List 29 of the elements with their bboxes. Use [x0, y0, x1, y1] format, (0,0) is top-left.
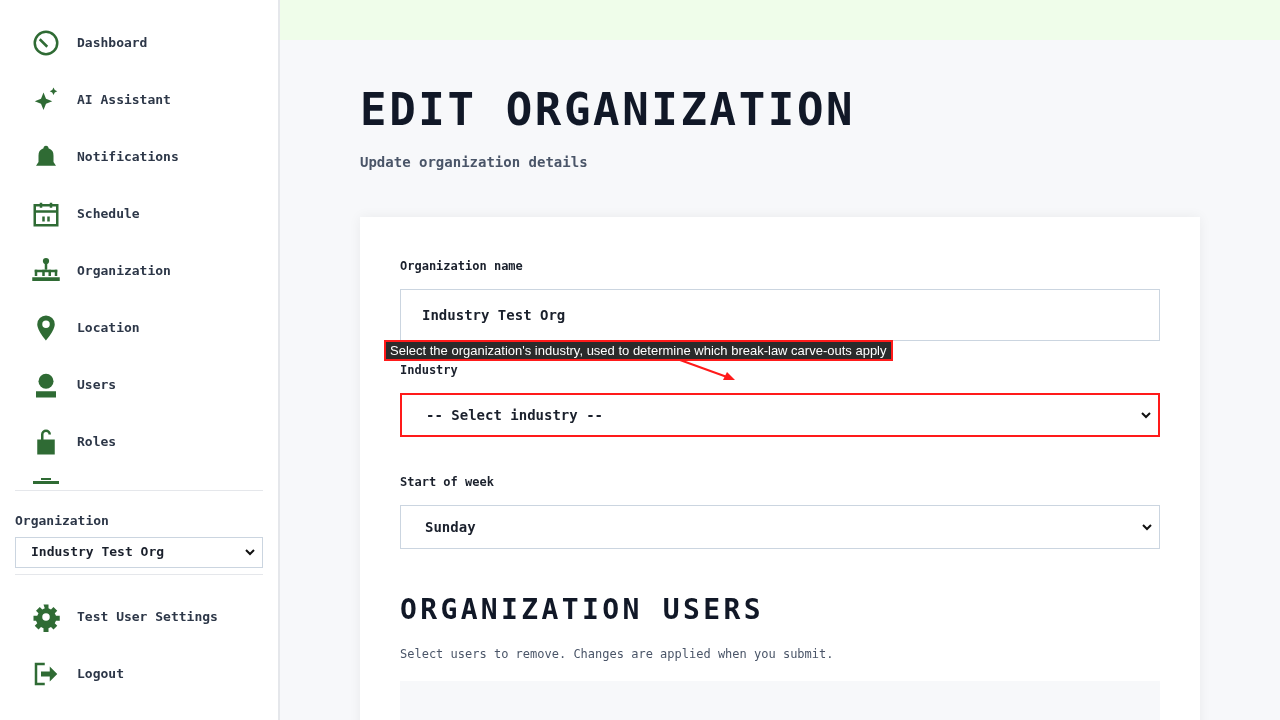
settings-icon	[31, 602, 61, 632]
section-title: ORGANIZATION USERS	[400, 595, 764, 625]
org-switcher-label: Organization	[15, 512, 109, 530]
nav-item[interactable]: Organization	[0, 242, 278, 299]
chevron-down-icon	[1141, 521, 1153, 533]
nav-item[interactable]: Notifications	[0, 128, 278, 185]
chevron-down-icon	[244, 546, 256, 558]
nav-item[interactable]: Schedule	[0, 185, 278, 242]
chevron-down-icon	[1140, 409, 1152, 421]
page-title: EDIT ORGANIZATION	[360, 88, 856, 132]
nav-item[interactable]: Users	[0, 356, 278, 413]
select-field[interactable]: Sunday	[400, 505, 1160, 549]
nav-item[interactable]: Location	[0, 299, 278, 356]
nav-icon	[33, 478, 59, 484]
nav-item[interactable]: Logout	[0, 645, 278, 703]
nav-item[interactable]: Roles	[0, 413, 278, 470]
nav-item[interactable]: AI Assistant	[0, 71, 278, 128]
field-label: Industry	[400, 362, 458, 379]
select-field[interactable]: -- Select industry --	[400, 393, 1160, 437]
tooltip: Select the organization's industry, used to determine which break-law carve-outs apply	[384, 340, 893, 361]
pointer-arrow	[679, 359, 735, 381]
field-label: Organization name	[400, 258, 523, 275]
nav-item[interactable]: Test User Settings	[0, 588, 278, 646]
field-label: Start of week	[400, 474, 494, 491]
section-description: Select users to remove. Changes are applied when you submit.	[400, 646, 834, 663]
nav-item[interactable]: Dashboard	[0, 14, 278, 71]
page-subtitle: Update organization details	[360, 153, 588, 172]
input-field[interactable]: Industry Test Org	[400, 289, 1160, 341]
org-switcher-select[interactable]: Industry Test Org	[15, 536, 263, 568]
